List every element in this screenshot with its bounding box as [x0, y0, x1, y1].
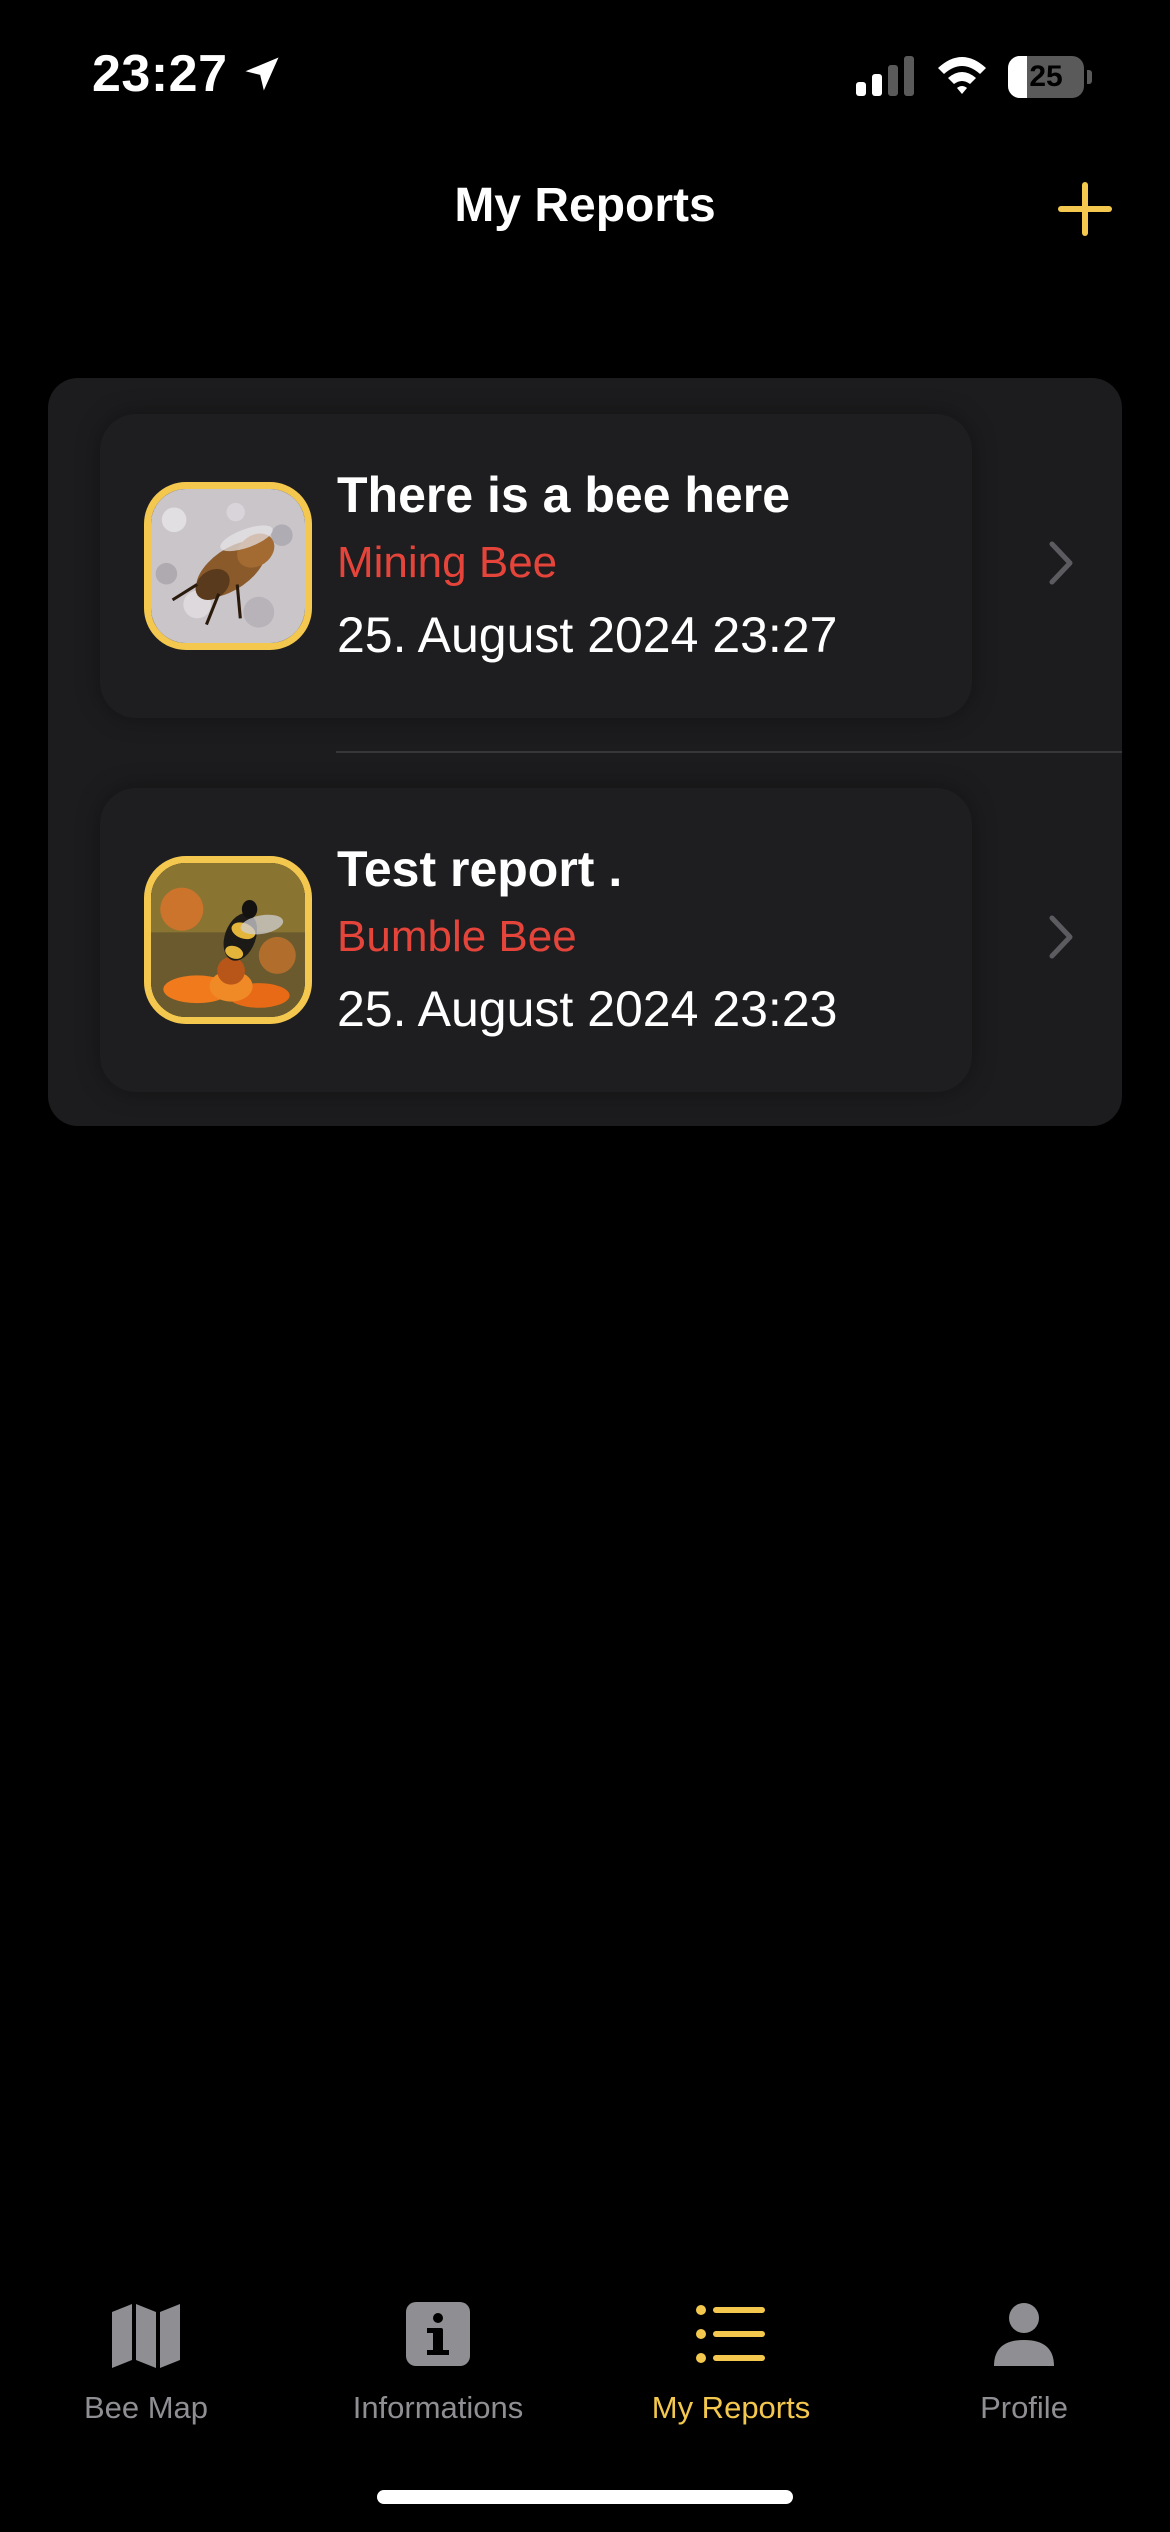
- location-arrow-icon: [245, 57, 279, 91]
- report-row[interactable]: Test report . Bumble Bee 25. August 2024…: [48, 752, 1122, 1126]
- report-row[interactable]: There is a bee here Mining Bee 25. Augus…: [48, 378, 1122, 753]
- info-icon: [406, 2302, 470, 2366]
- report-photo-bumble-bee: [144, 856, 312, 1024]
- chevron-right-icon: [1049, 541, 1073, 585]
- tab-label: Informations: [352, 2390, 524, 2425]
- add-report-button[interactable]: [1054, 178, 1116, 240]
- status-time: 23:27: [92, 45, 228, 103]
- report-title: Test report .: [337, 841, 623, 897]
- battery-percentage: 25: [1029, 60, 1063, 93]
- tab-label: My Reports: [651, 2390, 811, 2425]
- report-species: Bumble Bee: [337, 912, 577, 961]
- report-date: 25. August 2024 23:23: [337, 981, 838, 1037]
- wifi-icon: [938, 57, 986, 94]
- tab-profile[interactable]: Profile: [878, 2270, 1170, 2425]
- report-date: 25. August 2024 23:27: [337, 607, 838, 663]
- report-species: Mining Bee: [337, 538, 558, 587]
- plus-icon: [1058, 182, 1112, 236]
- report-list: There is a bee here Mining Bee 25. Augus…: [48, 378, 1122, 1126]
- tab-bar: Bee Map Informations My Reports Profile: [0, 2270, 1170, 2425]
- home-indicator: [377, 2490, 793, 2504]
- status-bar: 23:27 25: [0, 0, 1170, 150]
- list-icon: [696, 2305, 765, 2363]
- tab-my-reports[interactable]: My Reports: [585, 2270, 877, 2425]
- tab-informations[interactable]: Informations: [292, 2270, 584, 2425]
- cellular-signal-icon: [856, 56, 914, 96]
- tab-label: Bee Map: [83, 2390, 209, 2425]
- report-title: There is a bee here: [337, 467, 791, 523]
- person-icon: [994, 2303, 1054, 2366]
- report-photo-mining-bee: [144, 482, 312, 650]
- tab-bee-map[interactable]: Bee Map: [0, 2270, 292, 2425]
- page-title: My Reports: [454, 179, 716, 232]
- tab-label: Profile: [980, 2390, 1068, 2425]
- chevron-right-icon: [1049, 915, 1073, 959]
- battery-icon: 25: [1008, 56, 1092, 98]
- map-icon: [112, 2304, 180, 2368]
